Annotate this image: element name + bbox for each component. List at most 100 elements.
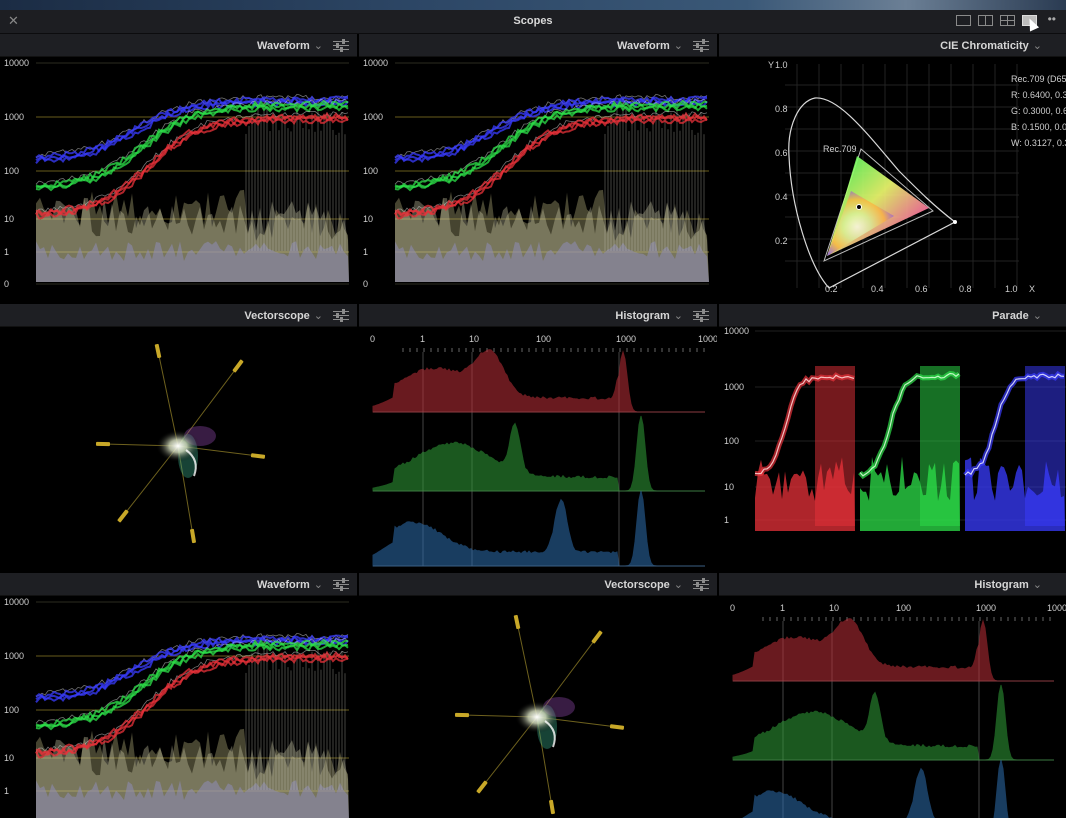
cie-y-tick: 0.4	[775, 192, 788, 202]
scope-type-dropdown[interactable]: Waveform ⌄	[257, 39, 323, 52]
chevron-down-icon: ⌄	[673, 40, 683, 52]
waveform-trace	[394, 111, 708, 213]
cie-y-tick: 0.2	[775, 236, 788, 246]
cie-x-tick: 1.0	[1005, 284, 1018, 294]
vectorscope-display	[359, 595, 717, 818]
vectorscope-target	[549, 799, 555, 815]
panel-waveform-2: Waveform ⌄ 10000 1000 100 10 1 0	[359, 34, 717, 303]
panel-header: CIE Chromaticity ⌄	[719, 34, 1066, 57]
waveform-scale-label: 1000	[363, 112, 383, 122]
scope-type-dropdown[interactable]: Histogram ⌄	[974, 578, 1042, 591]
scope-settings-icon[interactable]	[333, 38, 349, 52]
cie-x-tick: 0.8	[959, 284, 972, 294]
cie-info-blue: B: 0.1500, 0.0600	[1011, 122, 1066, 132]
histogram-scale-label: 0	[730, 603, 735, 613]
histogram-channel	[732, 618, 1054, 682]
waveform-scale-label: 10	[363, 214, 373, 224]
chevron-down-icon: ⌄	[1032, 310, 1042, 322]
waveform-trace	[35, 650, 349, 754]
histogram-scale-label: 100	[536, 334, 551, 344]
vectorscope-target	[250, 453, 266, 459]
histogram-scale-label: 10000	[698, 334, 717, 344]
four-up-view-icon[interactable]	[999, 15, 1015, 26]
cie-display: Y X 1.0 0.8 0.6 0.4 0.2 0.2 0.4 0.6 0.8 …	[719, 56, 1066, 303]
histogram-display: 0 1 10 100 1000 10000	[359, 326, 717, 572]
chevron-down-icon: ⌄	[673, 579, 683, 591]
cie-y-axis-label: Y	[768, 60, 774, 70]
waveform-scale-label: 10000	[363, 58, 388, 68]
gamut-label: Rec.709	[823, 144, 857, 154]
scope-type-dropdown[interactable]: Parade ⌄	[992, 309, 1042, 322]
cie-x-tick: 0.2	[825, 284, 838, 294]
cie-x-axis-label: X	[1029, 284, 1035, 294]
scope-type-dropdown[interactable]: Waveform ⌄	[257, 578, 323, 591]
histogram-scale-label: 1000	[616, 334, 636, 344]
cie-x-tick: 0.6	[915, 284, 928, 294]
parade-scale-label: 1	[724, 515, 729, 525]
scope-type-dropdown[interactable]: CIE Chromaticity ⌄	[940, 39, 1042, 52]
chevron-down-icon: ⌄	[1032, 579, 1042, 591]
histogram-scale-label: 1000	[976, 603, 996, 613]
waveform-trace	[35, 649, 349, 752]
scope-settings-icon[interactable]	[333, 308, 349, 322]
panel-header: Parade ⌄	[719, 304, 1066, 327]
scope-type-dropdown[interactable]: Histogram ⌄	[615, 309, 683, 322]
histogram-channel	[732, 684, 1054, 761]
waveform-scale-label: 10	[4, 753, 14, 763]
window-title: Scopes	[513, 15, 553, 27]
panel-header: Waveform ⌄	[359, 34, 717, 57]
vectorscope-target	[95, 441, 111, 447]
cie-info-white: W: 0.3127, 0.3290	[1011, 138, 1066, 148]
waveform-trace	[35, 98, 349, 185]
scope-settings-icon[interactable]	[693, 308, 709, 322]
vectorscope-target	[609, 724, 625, 730]
panel-waveform-3: Waveform⌄ 1000010001001010	[0, 573, 357, 818]
histogram-channel	[742, 759, 1009, 818]
histogram-scale-label: 0	[370, 334, 375, 344]
parade-scale-label: 1000	[724, 382, 744, 392]
more-options-button[interactable]: ••	[1048, 13, 1056, 26]
panel-header: Vectorscope ⌄	[359, 573, 717, 596]
parade-scale-label: 10	[724, 482, 734, 492]
panel-header: Histogram ⌄	[719, 573, 1066, 596]
scope-type-dropdown[interactable]: Vectorscope ⌄	[244, 309, 323, 322]
cie-info-red: R: 0.6400, 0.3300	[1011, 90, 1066, 100]
scope-type-dropdown[interactable]: Waveform ⌄	[617, 39, 683, 52]
vectorscope-target	[190, 528, 196, 544]
single-view-icon[interactable]	[955, 15, 971, 26]
histogram-scale-label: 100	[896, 603, 911, 613]
vectorscope-display	[0, 326, 357, 572]
panel-header: Waveform ⌄	[0, 573, 357, 596]
scope-settings-icon[interactable]	[693, 577, 709, 591]
scope-type-dropdown[interactable]: Vectorscope ⌄	[604, 578, 683, 591]
parade-scale-label: 100	[724, 436, 739, 446]
histogram-display: 0 1 10 100 1000 10000	[719, 595, 1066, 818]
histogram-scale-label: 10	[829, 603, 839, 613]
layout-switcher: ••	[955, 13, 1056, 26]
waveform-scale-label: 1000	[4, 112, 24, 122]
waveform-scale-label: 10000	[4, 597, 29, 607]
parade-display: 10000 1000 100 10 1	[719, 326, 1066, 572]
waveform-scale-label: 1	[363, 247, 368, 257]
cie-y-tick: 0.6	[775, 148, 788, 158]
histogram-scale-label: 10000	[1047, 603, 1066, 613]
scope-settings-icon[interactable]	[333, 577, 349, 591]
panel-parade: Parade ⌄ 10000 1000 100 10 1	[719, 304, 1066, 572]
scope-settings-icon[interactable]	[693, 38, 709, 52]
waveform-display: 1000010001001010	[0, 595, 357, 818]
vectorscope-target	[232, 359, 244, 373]
vectorscope-target	[454, 712, 470, 718]
two-up-view-icon[interactable]	[977, 15, 993, 26]
waveform-display: 1000010001001010	[0, 56, 357, 303]
panel-header: Vectorscope ⌄	[0, 304, 357, 327]
chevron-down-icon: ⌄	[313, 40, 323, 52]
waveform-trace	[394, 111, 708, 215]
parade-scale-label: 10000	[724, 326, 749, 336]
vectorscope-target	[591, 630, 603, 644]
background-strip	[0, 0, 1066, 10]
waveform-scale-label: 100	[4, 166, 19, 176]
panel-vectorscope-1: Vectorscope ⌄	[0, 304, 357, 572]
waveform-trace	[35, 111, 349, 215]
panel-header: Waveform ⌄	[0, 34, 357, 57]
waveform-scale-label: 100	[4, 705, 19, 715]
